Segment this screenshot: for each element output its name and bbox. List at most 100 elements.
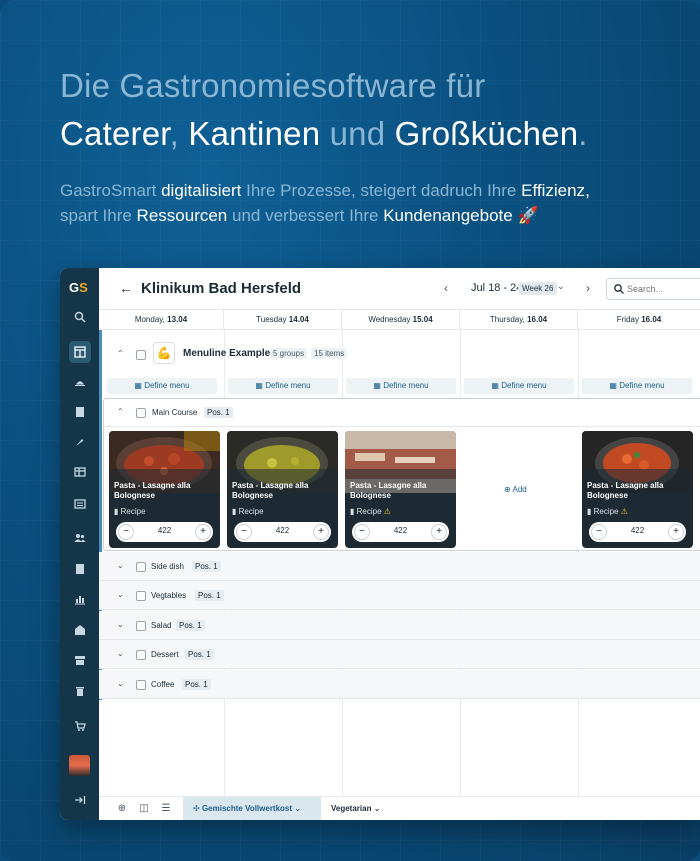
define-menu-button[interactable]: ▦ Define menu — [346, 378, 456, 394]
group-checkbox[interactable] — [136, 650, 146, 660]
menu-planner-icon[interactable] — [69, 341, 91, 363]
group-checkbox[interactable] — [136, 562, 146, 572]
menu-icon[interactable]: ☰ — [160, 803, 172, 815]
plus-button[interactable]: + — [431, 524, 447, 540]
menuline-title: Menuline Example — [183, 348, 271, 359]
add-dish-slot[interactable]: ⊕ Add — [463, 431, 577, 548]
dish-card[interactable]: Pasta - Lasagne alla Bolognese ▮ Recipe … — [109, 431, 220, 548]
book-icon: ▮ — [350, 507, 355, 516]
plus-circle-icon: ⊕ — [504, 485, 511, 494]
day-header-thursday: Thursday, 16.04 — [460, 310, 578, 330]
flexed-arm-icon: 💪 — [153, 342, 175, 364]
group-row-dessert[interactable]: ⌄ Dessert Pos. 1 — [99, 640, 700, 669]
group-checkbox[interactable] — [136, 680, 146, 690]
dish-card[interactable]: Pasta - Lasagne alla Bolognese ▮ Recipe … — [345, 431, 456, 548]
chevron-right-icon[interactable]: › — [586, 281, 590, 295]
dish-name: Pasta - Lasagne alla Bolognese — [350, 481, 427, 500]
chevron-down-icon[interactable]: ⌄ — [557, 281, 565, 292]
search-input[interactable] — [627, 282, 697, 296]
tab-gemischte-vollwertkost[interactable]: ✣ Gemischte Vollwertkost ⌄ — [183, 797, 321, 820]
main-course-panel: ⌃ Main Course Pos. 1 Pasta - Lasagne all… — [103, 398, 700, 551]
add-circle-icon[interactable]: ⊕ — [116, 803, 128, 815]
plus-button[interactable]: + — [313, 524, 329, 540]
define-menu-button[interactable]: ▦ Define menu — [228, 378, 338, 394]
table-icon[interactable] — [69, 461, 91, 483]
document-icon[interactable] — [69, 558, 91, 580]
recipe-book-icon[interactable] — [69, 401, 91, 423]
bottom-bar: ⊕ ◫ ☰ ✣ Gemischte Vollwertkost ⌄ Vegetar… — [99, 796, 700, 820]
group-row-side-dish[interactable]: ⌄ Side dish Pos. 1 — [99, 552, 700, 581]
main-course-checkbox[interactable] — [136, 408, 146, 418]
plus-button[interactable]: + — [668, 524, 684, 540]
day-header-tuesday: Tuesday 14.04 — [224, 310, 342, 330]
define-menu-label: Define menu — [619, 381, 665, 390]
headline-grosskuechen: Großküchen — [394, 115, 579, 152]
cart-icon[interactable] — [69, 715, 91, 737]
user-avatar[interactable] — [69, 755, 90, 776]
position-badge: Pos. 1 — [192, 561, 221, 572]
quantity-stepper[interactable]: − 422 + — [352, 522, 449, 542]
group-checkbox[interactable] — [136, 621, 146, 631]
carrot-icon[interactable] — [69, 431, 91, 453]
group-checkbox[interactable] — [136, 591, 146, 601]
define-menu-button[interactable]: ▦ Define menu — [464, 378, 574, 394]
quantity-stepper[interactable]: − 422 + — [234, 522, 331, 542]
date-range[interactable]: Jul 18 - 24 — [471, 282, 522, 294]
define-menu-button[interactable]: ▦ Define menu — [107, 378, 217, 394]
chevron-down-icon[interactable]: ⌄ — [117, 679, 124, 688]
group-row-vegtables[interactable]: ⌄ Vegtables Pos. 1 — [99, 581, 700, 610]
page-title: Klinikum Bad Hersfeld — [141, 280, 302, 297]
day-name: Monday, — [134, 315, 165, 324]
day-name: Tuesday — [256, 315, 287, 324]
quantity-stepper[interactable]: − 422 + — [589, 522, 686, 542]
chevron-down-icon[interactable]: ⌄ — [117, 590, 124, 599]
day-date: 14.04 — [288, 315, 309, 324]
chevron-down-icon[interactable]: ⌄ — [117, 561, 124, 570]
group-label: Salad — [151, 621, 172, 630]
chevron-up-icon[interactable]: ⌃ — [117, 349, 124, 358]
list-icon[interactable] — [69, 493, 91, 515]
week-badge: Week 26 — [518, 282, 558, 295]
headline-comma: , — [169, 115, 189, 152]
search-icon[interactable] — [69, 306, 91, 328]
layout-icon[interactable]: ◫ — [138, 803, 150, 815]
book-icon: ▮ — [114, 507, 119, 516]
dish-card[interactable]: Pasta - Lasagne alla Bolognese ▮ Recipe … — [227, 431, 338, 548]
day-name: Thursday, — [489, 315, 525, 324]
chevron-up-icon[interactable]: ⌃ — [117, 407, 124, 416]
tab-vegetarian[interactable]: Vegetarian ⌄ — [331, 797, 380, 820]
recipe-row: ▮ Recipe — [114, 507, 146, 516]
building-icon[interactable] — [69, 619, 91, 641]
app-window: GS ← Klinikum Bad Hersfeld ‹ Jul 18 - 24… — [60, 268, 700, 820]
tab-label: Gemischte Vollwertkost — [201, 804, 293, 813]
trash-icon[interactable] — [69, 680, 91, 702]
search-box[interactable] — [606, 278, 700, 300]
day-date: 13.04 — [167, 315, 188, 324]
define-menu-button[interactable]: ▦ Define menu — [582, 378, 692, 394]
plus-button[interactable]: + — [195, 524, 211, 540]
dish-card[interactable]: Pasta - Lasagne alla Bolognese ▮ Recipe … — [582, 431, 693, 548]
quantity-stepper[interactable]: − 422 + — [116, 522, 213, 542]
group-row-salad[interactable]: ⌄ Salad Pos. 1 — [99, 611, 700, 640]
recipe-label: Recipe — [593, 507, 619, 516]
app-logo[interactable]: GS — [69, 280, 88, 295]
store-icon[interactable] — [69, 649, 91, 671]
chevron-down-icon[interactable]: ⌄ — [117, 620, 124, 629]
chart-icon[interactable] — [69, 588, 91, 610]
search-icon — [614, 284, 624, 294]
menuline-checkbox[interactable] — [136, 350, 146, 360]
add-button[interactable]: ⊕ Add — [504, 485, 527, 494]
position-badge: Pos. 1 — [195, 590, 224, 601]
group-row-coffee[interactable]: ⌄ Coffee Pos. 1 — [99, 670, 700, 699]
sub-highlight: digitalisiert — [161, 181, 242, 200]
users-icon[interactable] — [69, 527, 91, 549]
chevron-down-icon[interactable]: ⌄ — [117, 649, 124, 658]
headline-und: und — [320, 115, 395, 152]
collapse-sidebar-icon[interactable] — [69, 789, 91, 811]
cloche-icon[interactable] — [69, 371, 91, 393]
chevron-left-icon[interactable]: ‹ — [444, 281, 448, 295]
warning-icon: ⚠ — [383, 507, 391, 516]
logo-g: G — [69, 280, 80, 295]
back-arrow-icon[interactable]: ← — [119, 280, 133, 296]
logo-s: S — [79, 280, 88, 295]
